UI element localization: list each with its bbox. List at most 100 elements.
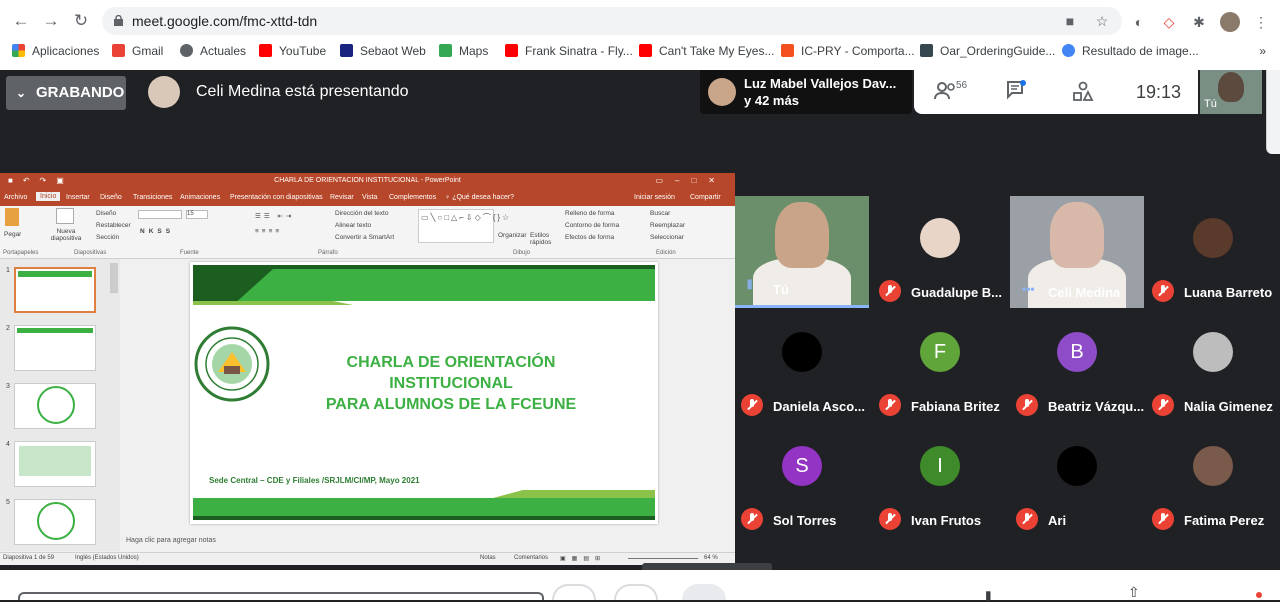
tab-insertar[interactable]: Insertar — [66, 194, 90, 201]
select-button[interactable]: Seleccionar — [650, 234, 684, 241]
zoom-level[interactable]: 64 % — [704, 555, 718, 561]
text-direction-button[interactable]: Dirección del texto — [335, 210, 388, 217]
meeting-details-panel[interactable] — [18, 592, 544, 600]
participant-tile[interactable]: Nalia Gimenez — [1146, 310, 1280, 422]
bookmark-youtube[interactable]: YouTube — [259, 44, 326, 58]
share-button[interactable]: Compartir — [690, 194, 721, 201]
sign-in-link[interactable]: Iniciar sesión — [634, 194, 675, 201]
slide-thumbnail[interactable] — [14, 383, 96, 429]
align-text-button[interactable]: Alinear texto — [335, 222, 371, 229]
slide-thumbnail[interactable] — [14, 441, 96, 487]
bookmark-gmail[interactable]: Gmail — [112, 44, 163, 58]
participant-tile[interactable]: I Ivan Frutos — [873, 424, 1007, 536]
chat-icon[interactable] — [1006, 80, 1026, 100]
reload-icon[interactable]: ↻ — [70, 10, 92, 32]
puzzle-icon[interactable]: ✱ — [1190, 13, 1208, 31]
bookmark-cant-take[interactable]: Can't Take My Eyes... — [639, 44, 774, 58]
menu-dots-icon[interactable]: ⋮ — [1252, 13, 1270, 31]
notification-dot — [1256, 592, 1262, 598]
reset-button[interactable]: Restablecer — [96, 222, 131, 229]
bookmark-resultado[interactable]: Resultado de image... — [1062, 44, 1199, 58]
people-icon[interactable] — [934, 82, 958, 100]
address-bar[interactable]: meet.google.com/fmc-xttd-tdn ■ ☆ — [102, 7, 1122, 35]
participant-tile[interactable]: Fatima Perez — [1146, 424, 1280, 536]
new-slide-button[interactable]: Nueva diapositiva — [46, 228, 86, 242]
mic-button[interactable] — [552, 584, 596, 600]
participant-tile[interactable]: ••• Celi Medina — [1010, 196, 1144, 308]
quick-styles-button[interactable]: Estilos rápidos — [530, 232, 554, 246]
recording-button[interactable]: ⌄ GRABANDO — [6, 76, 126, 110]
font-size-select[interactable]: 15 — [186, 210, 208, 219]
participant-tile[interactable]: F Fabiana Britez — [873, 310, 1007, 422]
bookmark-actuales[interactable]: Actuales — [180, 44, 246, 58]
tab-presentacion[interactable]: Presentación con diapositivas — [230, 194, 323, 201]
font-family-select[interactable] — [138, 210, 182, 219]
tab-archivo[interactable]: Archivo — [4, 194, 27, 201]
tab-inicio[interactable]: Inicio — [36, 192, 61, 201]
paste-icon[interactable] — [5, 208, 19, 226]
window-controls-icon[interactable]: ▭–□✕ — [655, 176, 727, 185]
tab-complementos[interactable]: Complementos — [389, 194, 436, 201]
leave-call-button[interactable] — [614, 584, 658, 600]
back-arrow-icon[interactable]: ← — [10, 10, 32, 32]
bookmark-maps[interactable]: Maps — [439, 44, 488, 58]
shape-outline-button[interactable]: Contorno de forma — [565, 222, 619, 229]
font-style-buttons[interactable]: NKSS — [140, 228, 174, 235]
tab-vista[interactable]: Vista — [362, 194, 377, 201]
forward-arrow-icon[interactable]: → — [40, 10, 62, 32]
extension-circle-icon[interactable]: ◐ — [1130, 13, 1148, 31]
shape-fill-button[interactable]: Relleno de forma — [565, 210, 615, 217]
self-preview[interactable]: Tú — [1200, 70, 1262, 114]
slide-thumbnail[interactable] — [14, 499, 96, 545]
layout-button[interactable]: Diseño — [96, 210, 116, 217]
notes-button[interactable]: Notas — [480, 555, 496, 561]
camera-button[interactable] — [682, 584, 726, 600]
tab-search[interactable]: ♀ ¿Qué desea hacer? — [445, 194, 514, 201]
shapes-gallery[interactable]: ▭╲○□△⌐⇩◇⌒{}☆ — [418, 209, 509, 243]
participant-tile[interactable]: Luana Barreto — [1146, 196, 1280, 308]
mic-off-icon — [879, 394, 901, 416]
camera-icon[interactable]: ■ — [1062, 13, 1078, 29]
slide-thumbnail[interactable] — [14, 267, 96, 313]
tab-diseno[interactable]: Diseño — [100, 194, 122, 201]
paste-button[interactable]: Pegar — [4, 231, 21, 238]
comments-button[interactable]: Comentarios — [514, 555, 548, 561]
notes-placeholder[interactable]: Haga clic para agregar notas — [126, 537, 216, 544]
list-buttons[interactable]: ☰☰ ⇤⇥ — [255, 212, 294, 220]
arrange-button[interactable]: Organizar — [498, 232, 527, 239]
profile-avatar[interactable] — [1220, 12, 1240, 32]
shape-effects-button[interactable]: Efectos de forma — [565, 234, 614, 241]
smartart-button[interactable]: Convertir a SmartArt — [335, 234, 394, 241]
star-icon[interactable]: ☆ — [1094, 13, 1110, 29]
language-indicator[interactable]: Inglés (Estados Unidos) — [75, 555, 139, 561]
section-button[interactable]: Sección — [96, 234, 119, 241]
thumbnail-scrollbar[interactable] — [110, 263, 118, 293]
activities-icon[interactable] — [1072, 81, 1094, 103]
scrollbar[interactable] — [1266, 70, 1280, 154]
extension-arrows-icon[interactable]: ◇ — [1160, 13, 1178, 31]
slide-thumbnail[interactable] — [14, 325, 96, 371]
bookmark-oar[interactable]: Oar_OrderingGuide... — [920, 44, 1055, 58]
tab-animaciones[interactable]: Animaciones — [180, 194, 220, 201]
tab-revisar[interactable]: Revisar — [330, 194, 354, 201]
tab-transiciones[interactable]: Transiciones — [133, 194, 172, 201]
participant-tile[interactable]: S Sol Torres — [735, 424, 869, 536]
present-now-icon[interactable]: ⇧ — [1128, 584, 1140, 601]
replace-button[interactable]: Reemplazar — [650, 222, 685, 229]
participant-tile[interactable]: Daniela Asco... — [735, 310, 869, 422]
find-button[interactable]: Buscar — [650, 210, 670, 217]
view-buttons[interactable]: ▣▦▤⊞ — [560, 555, 606, 562]
participant-tile[interactable]: ⦀ Tú — [735, 196, 869, 308]
bookmarks-overflow-button[interactable]: » — [1259, 44, 1266, 58]
bookmark-frank-sinatra[interactable]: Frank Sinatra - Fly... — [505, 44, 633, 58]
participant-tile[interactable]: Guadalupe B... — [873, 196, 1007, 308]
participants-chip[interactable]: Luz Mabel Vallejos Dav... y 42 más — [700, 70, 912, 114]
participant-tile[interactable]: B Beatriz Vázqu... — [1010, 310, 1144, 422]
align-buttons[interactable]: ≡≡≡≡ — [255, 228, 282, 235]
bookmark-aplicaciones[interactable]: Aplicaciones — [12, 44, 99, 58]
bookmark-ic-pry[interactable]: IC-PRY - Comporta... — [781, 44, 915, 58]
bookmark-sebaot-web[interactable]: Sebaot Web — [340, 44, 426, 58]
participant-tile[interactable]: Ari — [1010, 424, 1144, 536]
new-slide-icon[interactable] — [56, 208, 74, 224]
zoom-slider[interactable] — [628, 558, 698, 559]
